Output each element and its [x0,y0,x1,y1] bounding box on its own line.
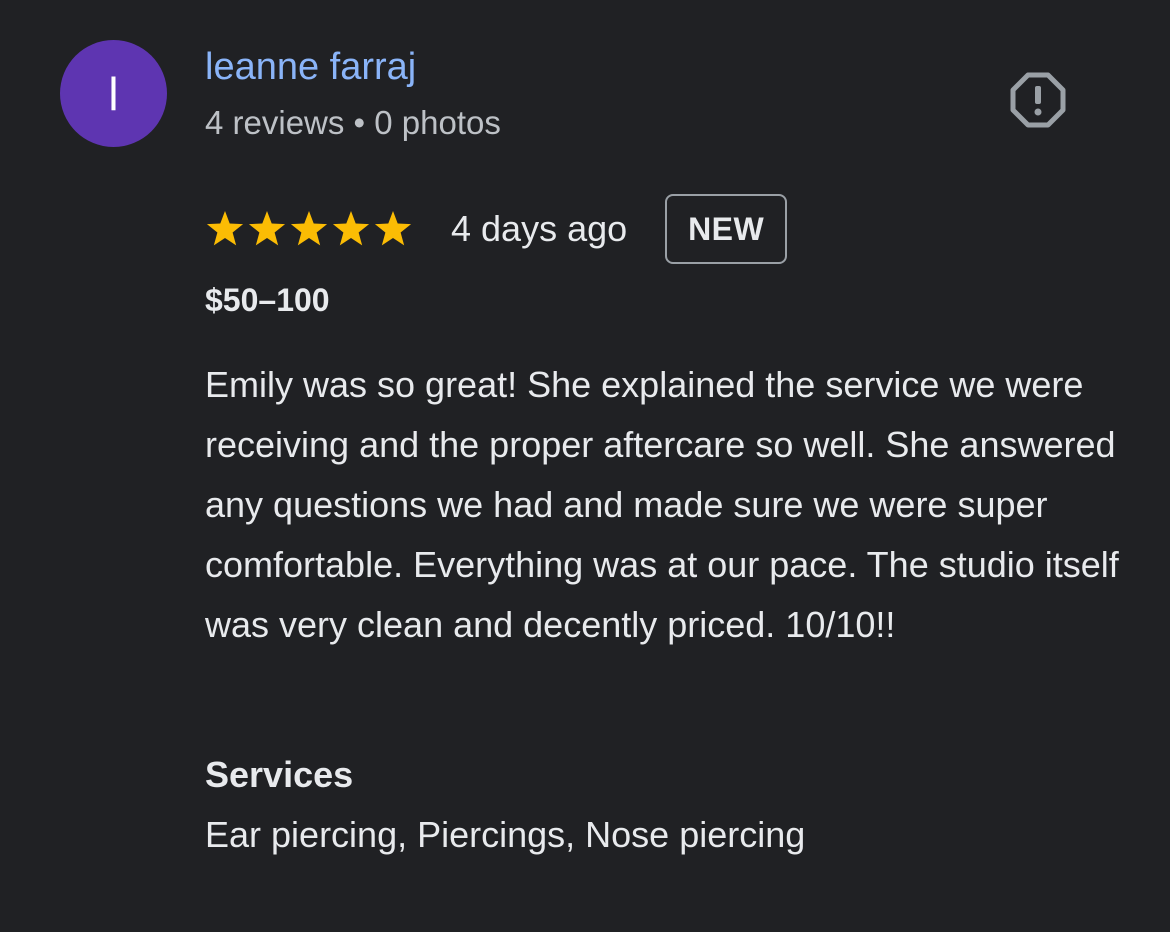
avatar[interactable]: l [60,40,167,147]
rating-row: 4 days ago NEW [205,192,788,266]
review-card: l leanne farraj 4 reviews • 0 photos 4 d… [0,0,1170,932]
services-heading: Services [205,754,354,795]
price-range: $50–100 [205,282,330,318]
reviewer-name[interactable]: leanne farraj [205,44,416,90]
star-icon [206,211,244,246]
report-review-button[interactable] [1005,70,1071,130]
star-icon [290,211,328,246]
star-icon [332,211,370,246]
star-rating [205,209,413,249]
star-icon [248,211,286,246]
avatar-initial: l [108,67,119,120]
services-list: Ear piercing, Piercings, Nose piercing [205,814,806,855]
review-date: 4 days ago [451,208,628,249]
star-icon [374,211,412,246]
reviewer-meta: 4 reviews • 0 photos [205,104,501,141]
report-octagon-icon [1010,72,1066,128]
review-text: Emily was so great! She explained the se… [205,364,1119,645]
new-badge: NEW [665,194,788,264]
